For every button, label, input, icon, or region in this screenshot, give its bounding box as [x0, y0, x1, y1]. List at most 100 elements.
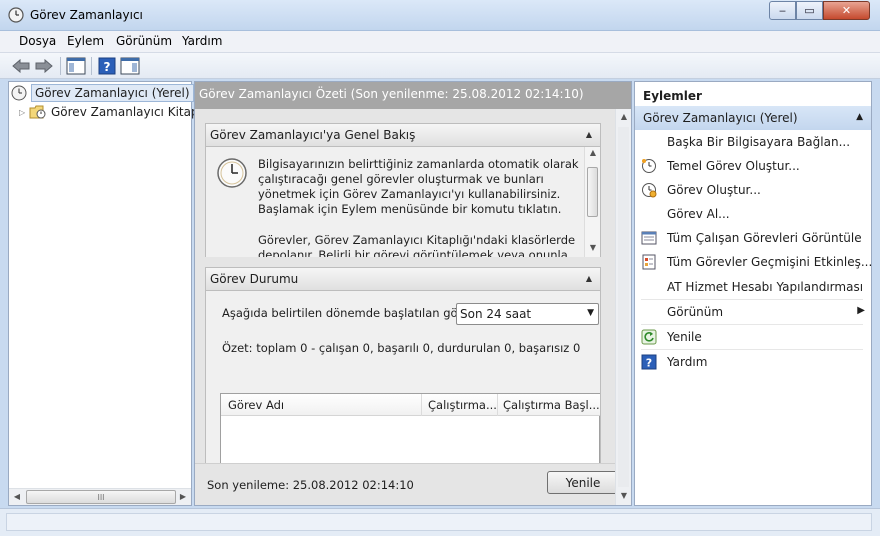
vertical-scrollbar[interactable]: ▲ ▼: [615, 109, 631, 505]
overview-content: Bilgisayarınızın belirttiğiniz zamanlard…: [205, 147, 601, 257]
actions-title: Eylemler: [635, 82, 871, 106]
collapse-icon[interactable]: ▲: [582, 273, 596, 285]
action-label: Görünüm: [667, 305, 724, 319]
overview-scrollbar[interactable]: ▲ ▼: [584, 147, 600, 257]
close-button[interactable]: ✕: [823, 1, 870, 20]
action-refresh[interactable]: Yenile: [635, 325, 871, 349]
action-display-running-tasks[interactable]: Tüm Çalışan Görevleri Görüntüle: [635, 226, 871, 250]
tree-item-library[interactable]: ▷ Görev Zamanlayıcı Kitaplığı: [19, 103, 216, 121]
blank-icon: [641, 134, 657, 150]
action-label: Yenile: [667, 330, 702, 344]
horizontal-scrollbar[interactable]: ◀ III ▶: [9, 488, 191, 505]
scroll-up-icon[interactable]: ▲: [588, 148, 598, 158]
help-icon: ?: [98, 57, 116, 75]
task-status-title: Görev Durumu: [210, 272, 299, 286]
forward-button[interactable]: [33, 55, 55, 77]
refresh-button[interactable]: Yenile: [547, 471, 619, 494]
action-import-task[interactable]: Görev Al...: [635, 202, 871, 226]
action-help[interactable]: ? Yardım: [635, 350, 871, 374]
period-dropdown-value: Son 24 saat: [460, 307, 532, 321]
tree-item-label: Görev Zamanlayıcı Kitaplığı: [51, 105, 217, 119]
column-header-task-name[interactable]: Görev Adı: [228, 398, 284, 412]
summary-header: Görev Zamanlayıcı Özeti (Son yenilenme: …: [195, 82, 631, 109]
status-bar: [0, 508, 880, 536]
column-header-run-result[interactable]: Çalıştırma...: [428, 398, 497, 412]
expand-arrow-icon[interactable]: ▷: [19, 108, 29, 117]
status-summary: Özet: toplam 0 - çalışan 0, başarılı 0, …: [222, 341, 581, 355]
clock-icon: [8, 7, 24, 23]
blank-icon: [641, 279, 657, 295]
action-label: Görev Al...: [667, 207, 730, 221]
overview-section-header[interactable]: Görev Zamanlayıcı'ya Genel Bakış ▲: [205, 123, 601, 147]
column-header-run-start[interactable]: Çalıştırma Başl...: [503, 398, 600, 412]
history-icon: [641, 254, 657, 270]
scroll-left-icon[interactable]: ◀: [12, 492, 22, 502]
actions-group-title: Görev Zamanlayıcı (Yerel): [643, 111, 798, 125]
summary-pane: Görev Zamanlayıcı Özeti (Son yenilenme: …: [194, 81, 632, 506]
show-hide-action-pane-button[interactable]: [119, 55, 141, 77]
summary-body: Görev Zamanlayıcı'ya Genel Bakış ▲ Bilgi…: [195, 109, 631, 505]
maximize-button[interactable]: ▭: [796, 1, 823, 20]
menu-help[interactable]: Yardım: [182, 34, 222, 48]
back-button[interactable]: [10, 55, 32, 77]
menu-bar: Dosya Eylem Görünüm Yardım: [0, 31, 880, 53]
action-pane-icon: [120, 57, 140, 75]
scroll-down-icon[interactable]: ▼: [588, 243, 598, 253]
action-label: Yardım: [667, 355, 708, 369]
action-enable-history[interactable]: Tüm Görevler Geçmişini Etkinleş...: [635, 250, 872, 274]
period-dropdown[interactable]: Son 24 saat ▼: [456, 303, 599, 325]
action-view[interactable]: Görünüm ▶: [635, 300, 871, 324]
task-status-section-header[interactable]: Görev Durumu ▲: [205, 267, 601, 291]
minimize-button[interactable]: ‒: [769, 1, 796, 20]
clock-new-icon: [641, 182, 657, 198]
overview-paragraph-1: Bilgisayarınızın belirttiğiniz zamanlard…: [258, 157, 579, 216]
action-at-service-account[interactable]: AT Hizmet Hesabı Yapılandırması: [635, 275, 871, 299]
forward-arrow-icon: [35, 59, 53, 73]
blank-icon: [641, 206, 657, 222]
refresh-icon: [641, 329, 657, 345]
scroll-thumb[interactable]: III: [26, 490, 176, 504]
scroll-track[interactable]: [618, 127, 629, 487]
menu-file[interactable]: Dosya: [19, 34, 56, 48]
toolbar-separator: [60, 57, 61, 75]
task-table[interactable]: Görev Adı Çalıştırma... Çalıştırma Başl.…: [220, 393, 600, 463]
action-label: Tüm Çalışan Görevleri Görüntüle: [667, 231, 862, 245]
status-panel: [6, 513, 872, 531]
scroll-down-icon[interactable]: ▼: [619, 491, 629, 501]
column-divider: [497, 394, 498, 416]
scroll-up-icon[interactable]: ▲: [619, 112, 629, 122]
menu-action[interactable]: Eylem: [67, 34, 104, 48]
task-status-content: Aşağıda belirtilen dönemde başlatılan gö…: [205, 291, 601, 463]
action-connect-other-computer[interactable]: Başka Bir Bilgisayara Bağlan...: [635, 130, 871, 154]
column-divider: [421, 394, 422, 416]
action-create-task[interactable]: Görev Oluştur...: [635, 178, 871, 202]
chevron-down-icon: ▼: [587, 308, 594, 318]
svg-text:?: ?: [104, 60, 111, 74]
running-tasks-icon: [641, 230, 657, 246]
title-bar[interactable]: Görev Zamanlayıcı ‒ ▭ ✕: [0, 0, 880, 31]
last-refresh-text: Son yenileme: 25.08.2012 02:14:10: [207, 478, 414, 492]
menu-view[interactable]: Görünüm: [116, 34, 172, 48]
action-label: Başka Bir Bilgisayara Bağlan...: [667, 135, 851, 149]
actions-group-header[interactable]: Görev Zamanlayıcı (Yerel) ▲: [635, 106, 871, 130]
filter-label: Aşağıda belirtilen dönemde başlatılan gö…: [222, 306, 469, 320]
scroll-right-icon[interactable]: ▶: [178, 492, 188, 502]
tree-item-root[interactable]: Görev Zamanlayıcı (Yerel): [11, 84, 194, 102]
toolbar: ?: [0, 53, 880, 79]
window-title: Görev Zamanlayıcı: [30, 8, 143, 22]
console-tree[interactable]: Görev Zamanlayıcı (Yerel) ▷ Görev Zamanl…: [8, 81, 216, 506]
collapse-icon[interactable]: ▲: [856, 112, 863, 122]
clock-icon: [11, 85, 27, 101]
help-icon: ?: [641, 354, 657, 370]
back-arrow-icon: [12, 59, 30, 73]
clock-icon: [217, 158, 247, 188]
clock-wizard-icon: [641, 158, 657, 174]
show-hide-console-tree-button[interactable]: [65, 55, 87, 77]
help-toolbar-button[interactable]: ?: [96, 55, 118, 77]
collapse-icon[interactable]: ▲: [582, 129, 596, 141]
scroll-thumb[interactable]: [587, 167, 598, 217]
action-create-basic-task[interactable]: Temel Görev Oluştur...: [635, 154, 871, 178]
actions-pane: Eylemler Görev Zamanlayıcı (Yerel) ▲ Baş…: [634, 81, 872, 506]
blank-icon: [641, 304, 657, 320]
summary-footer: Son yenileme: 25.08.2012 02:14:10 Yenile: [195, 463, 619, 505]
